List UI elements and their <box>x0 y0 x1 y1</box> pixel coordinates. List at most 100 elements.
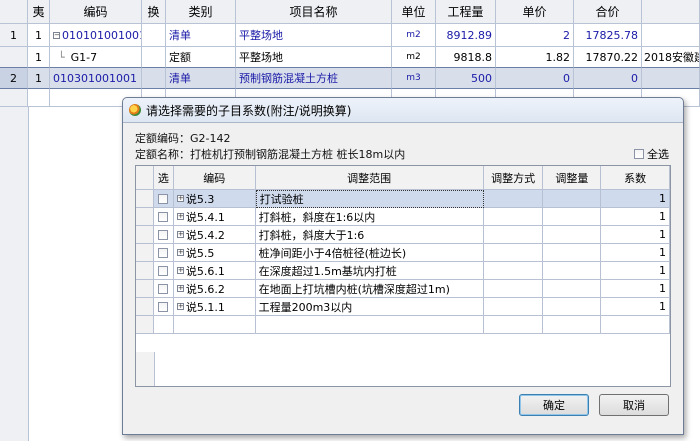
header-cell[interactable]: 类别 <box>166 0 236 24</box>
amount-cell[interactable] <box>543 190 602 208</box>
type-cell[interactable]: 清单 <box>166 67 236 89</box>
code-cell[interactable]: + 说5.4.2 <box>173 226 256 244</box>
row-checkbox[interactable] <box>153 208 174 226</box>
grid-row-empty[interactable] <box>136 316 670 334</box>
expand-plus-icon[interactable]: + <box>176 303 184 310</box>
code-cell[interactable]: + 说5.4.1 <box>173 208 256 226</box>
table-row-selected[interactable]: 2 1 010301001001 清单 预制钢筋混凝土方桩 m3 500 0 0 <box>0 67 700 89</box>
method-cell[interactable] <box>483 190 544 208</box>
unit-cell[interactable]: m2 <box>392 24 436 47</box>
row-checkbox[interactable] <box>153 190 174 208</box>
grid-row[interactable]: + 说5.4.1 打斜桩，斜度在1:6以内 1 <box>136 208 670 226</box>
code-cell[interactable]: + 说5.6.2 <box>173 280 256 298</box>
amount-cell[interactable] <box>543 226 602 244</box>
qty-cell[interactable]: 8912.89 <box>436 24 496 47</box>
total-cell[interactable]: 17870.22 <box>574 47 642 68</box>
row-number[interactable]: 2 <box>0 67 28 89</box>
price-cell[interactable]: 2 <box>496 24 574 47</box>
range-cell[interactable]: 在地面上打坑槽内桩(坑槽深度超过1m) <box>255 280 484 298</box>
header-cell[interactable]: 合价 <box>574 0 642 24</box>
range-cell[interactable]: 打试验桩 <box>255 190 484 208</box>
expand-plus-icon[interactable]: + <box>176 213 184 220</box>
total-cell[interactable]: 17825.78 <box>574 24 642 47</box>
coef-cell[interactable]: 1 <box>601 190 670 208</box>
header-cell[interactable]: 工程量 <box>436 0 496 24</box>
name-cell[interactable]: 平整场地 <box>236 47 392 68</box>
extra-cell[interactable] <box>642 24 700 47</box>
unit-cell[interactable]: m3 <box>392 67 436 89</box>
coef-cell[interactable]: 1 <box>601 298 670 316</box>
cell[interactable] <box>142 24 166 47</box>
header-cell[interactable]: 夷 <box>28 0 50 24</box>
row-checkbox[interactable] <box>153 244 174 262</box>
checkbox-icon[interactable] <box>634 149 644 159</box>
row-checkbox[interactable] <box>153 262 174 280</box>
col-header-range[interactable]: 调整范围 <box>255 166 484 190</box>
row-number[interactable] <box>0 47 28 68</box>
row-number[interactable]: 1 <box>0 24 28 47</box>
coef-cell[interactable]: 1 <box>601 244 670 262</box>
checkbox-icon[interactable] <box>158 229 169 240</box>
method-cell[interactable] <box>483 244 544 262</box>
code-cell[interactable]: └ G1-7 <box>50 47 142 68</box>
unit-cell[interactable]: m2 <box>392 47 436 68</box>
header-cell[interactable]: 换 <box>142 0 166 24</box>
grid-row[interactable]: + 说5.6.1 在深度超过1.5m基坑内打桩 1 <box>136 262 670 280</box>
col-header-select[interactable]: 选 <box>153 166 174 190</box>
code-cell[interactable]: + 说5.1.1 <box>173 298 256 316</box>
code-cell[interactable]: −010101001001 <box>50 24 142 47</box>
amount-cell[interactable] <box>543 244 602 262</box>
code-cell[interactable]: + 说5.3 <box>173 190 256 208</box>
checkbox-icon[interactable] <box>158 301 169 312</box>
range-cell[interactable]: 打斜桩，斜度在1:6以内 <box>255 208 484 226</box>
col-header-code[interactable]: 编码 <box>173 166 256 190</box>
table-row[interactable]: 1 └ G1-7 定额 平整场地 m2 9818.8 1.82 17870.22 … <box>0 47 700 68</box>
price-cell[interactable]: 1.82 <box>496 47 574 68</box>
extra-cell[interactable] <box>642 67 700 89</box>
col-header-method[interactable]: 调整方式 <box>483 166 544 190</box>
ok-button[interactable]: 确定 <box>519 394 589 416</box>
method-cell[interactable] <box>483 280 544 298</box>
code-cell[interactable]: + 说5.5 <box>173 244 256 262</box>
price-cell[interactable]: 0 <box>496 67 574 89</box>
cell[interactable]: 1 <box>28 67 50 89</box>
method-cell[interactable] <box>483 298 544 316</box>
type-cell[interactable]: 定额 <box>166 47 236 68</box>
qty-cell[interactable]: 9818.8 <box>436 47 496 68</box>
cell[interactable]: 1 <box>28 24 50 47</box>
grid-row[interactable]: + 说5.5 桩净间距小于4倍桩径(桩边长) 1 <box>136 244 670 262</box>
row-checkbox[interactable] <box>153 298 174 316</box>
amount-cell[interactable] <box>543 280 602 298</box>
code-cell[interactable]: + 说5.6.1 <box>173 262 256 280</box>
coef-cell[interactable]: 1 <box>601 208 670 226</box>
dialog-titlebar[interactable]: 请选择需要的子目系数(附注/说明换算) <box>123 98 683 123</box>
expand-plus-icon[interactable]: + <box>176 285 184 292</box>
tree-collapse-icon[interactable]: − <box>53 31 60 39</box>
range-cell[interactable]: 打斜桩，斜度大于1:6 <box>255 226 484 244</box>
checkbox-icon[interactable] <box>158 247 169 258</box>
range-cell[interactable]: 工程量200m3以内 <box>255 298 484 316</box>
col-header-coef[interactable]: 系数 <box>601 166 670 190</box>
name-cell[interactable]: 预制钢筋混凝土方桩 <box>236 67 392 89</box>
table-row[interactable]: 1 1 −010101001001 清单 平整场地 m2 8912.89 2 1… <box>0 24 700 47</box>
amount-cell[interactable] <box>543 208 602 226</box>
expand-plus-icon[interactable]: + <box>176 195 184 202</box>
type-cell[interactable]: 清单 <box>166 24 236 47</box>
method-cell[interactable] <box>483 262 544 280</box>
cell[interactable] <box>142 47 166 68</box>
cancel-button[interactable]: 取消 <box>599 394 669 416</box>
header-cell[interactable]: 编码 <box>50 0 142 24</box>
grid-row-selected[interactable]: + 说5.3 打试验桩 1 <box>136 190 670 208</box>
amount-cell[interactable] <box>543 262 602 280</box>
checkbox-icon[interactable] <box>158 193 169 204</box>
grid-row[interactable]: + 说5.1.1 工程量200m3以内 1 <box>136 298 670 316</box>
range-cell[interactable]: 桩净间距小于4倍桩径(桩边长) <box>255 244 484 262</box>
checkbox-icon[interactable] <box>158 211 169 222</box>
coef-cell[interactable]: 1 <box>601 280 670 298</box>
header-cell[interactable]: 单价 <box>496 0 574 24</box>
select-all-checkbox[interactable]: 全选 <box>634 146 669 162</box>
code-cell[interactable]: 010301001001 <box>50 67 142 89</box>
qty-cell[interactable]: 500 <box>436 67 496 89</box>
amount-cell[interactable] <box>543 298 602 316</box>
total-cell[interactable]: 0 <box>574 67 642 89</box>
